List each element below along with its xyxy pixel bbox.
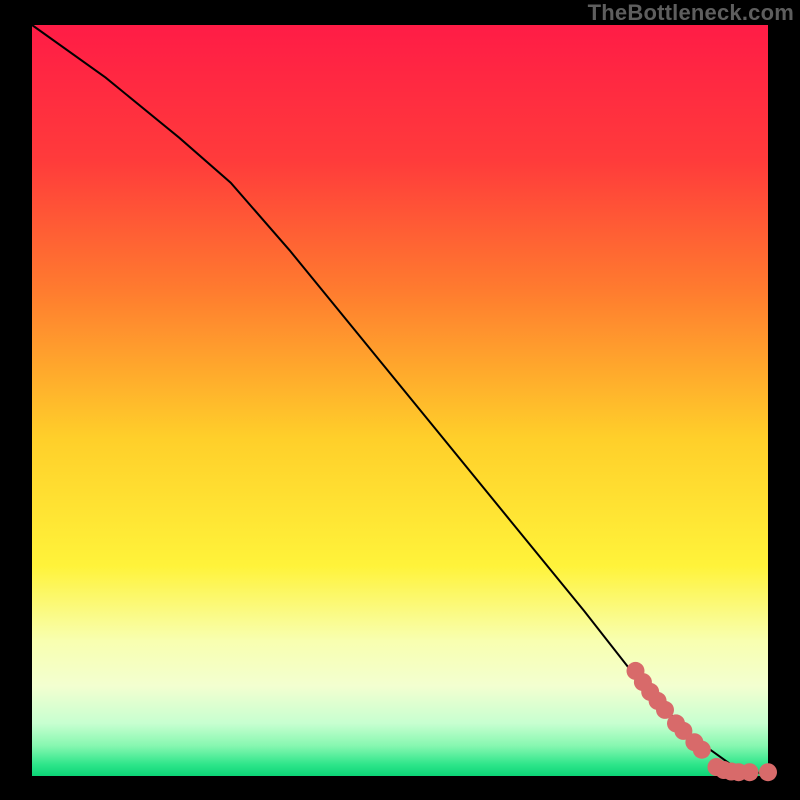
marker-dot <box>741 763 759 781</box>
chart-stage: TheBottleneck.com <box>0 0 800 800</box>
watermark-label: TheBottleneck.com <box>588 0 794 26</box>
plot-background <box>32 25 768 776</box>
marker-dot <box>759 763 777 781</box>
chart-svg <box>0 0 800 800</box>
marker-dot <box>693 741 711 759</box>
